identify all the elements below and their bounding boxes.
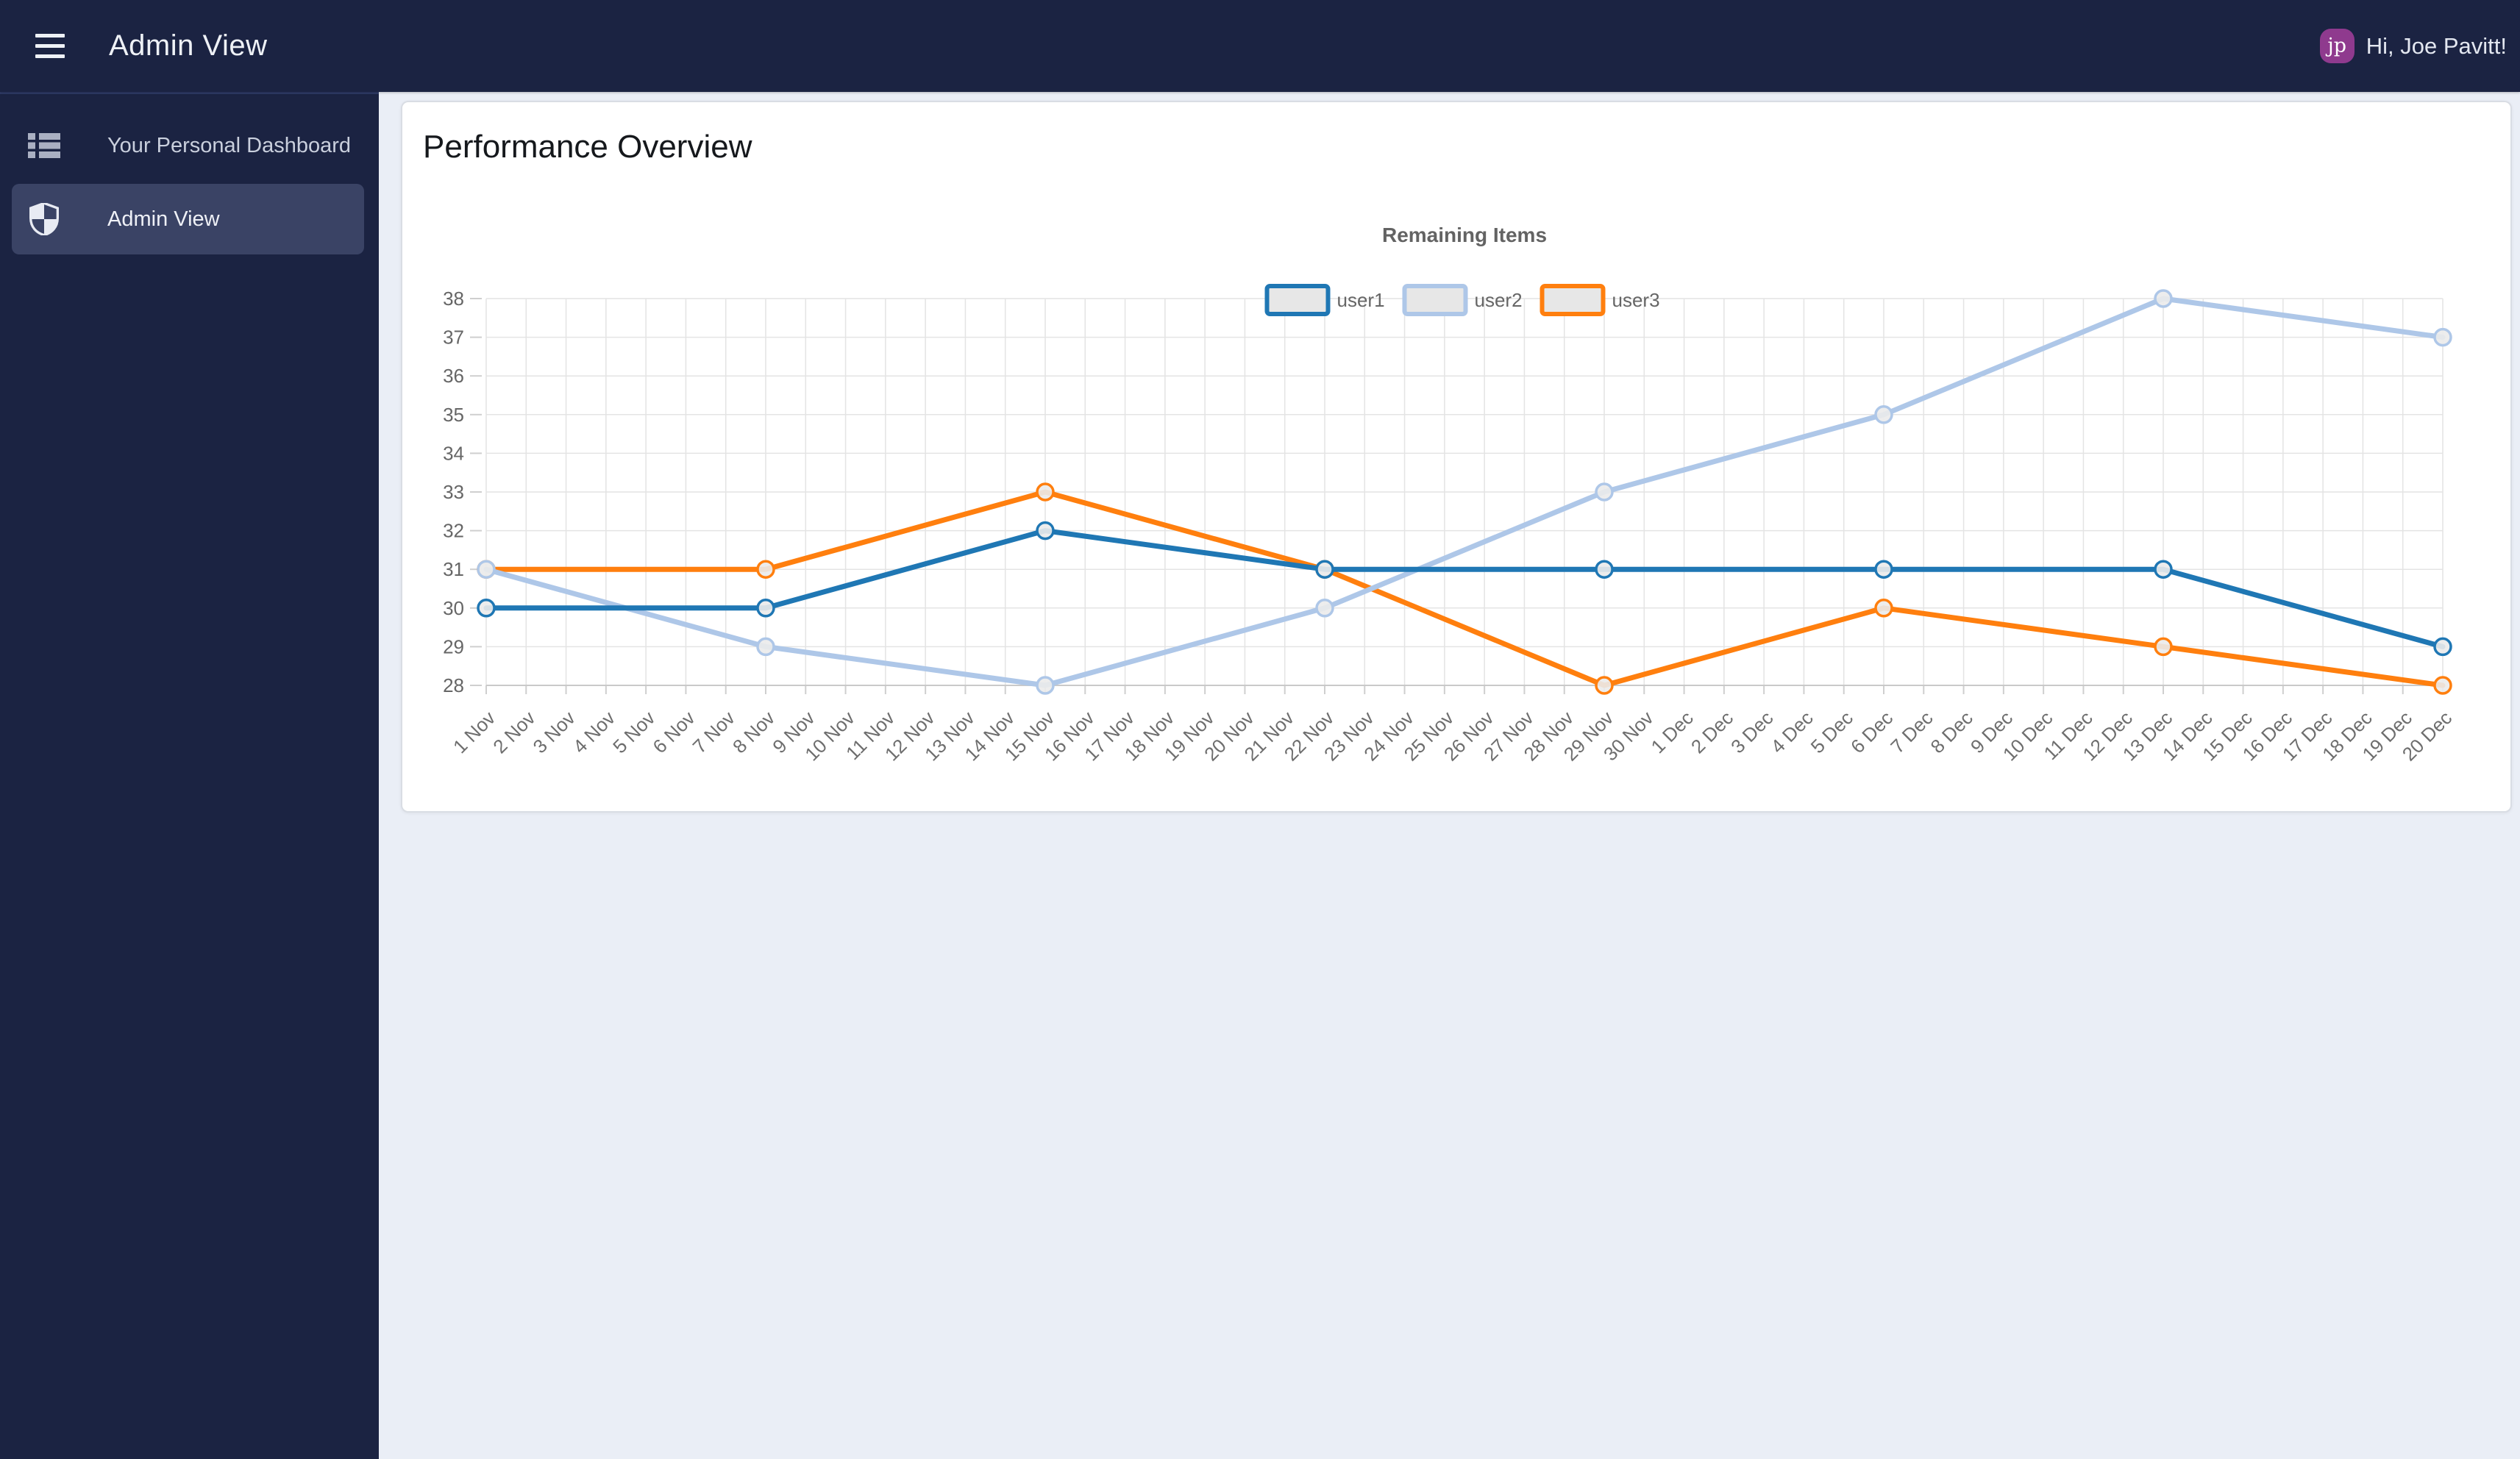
svg-text:28: 28 — [443, 674, 464, 696]
app-title: Admin View — [109, 29, 268, 62]
card-title: Performance Overview — [423, 129, 752, 165]
svg-text:8 Nov: 8 Nov — [728, 707, 779, 757]
sidebar-item-label: Your Personal Dashboard — [107, 133, 352, 157]
svg-text:35: 35 — [443, 404, 464, 426]
point-user2-20-Dec — [2433, 327, 2452, 347]
point-user1-22-Nov — [1315, 560, 1334, 579]
performance-overview-card: Performance Overview 28 29 30 31 32 33 34 35 36 3… — [401, 101, 2512, 813]
svg-text:6 Nov: 6 Nov — [648, 707, 699, 757]
svg-text:6 Dec: 6 Dec — [1846, 707, 1897, 757]
shield-icon — [28, 203, 60, 235]
svg-text:4 Nov: 4 Nov — [569, 707, 619, 757]
svg-text:1 Nov: 1 Nov — [449, 707, 499, 757]
svg-text:3 Dec: 3 Dec — [1726, 707, 1777, 757]
legend-item-user3[interactable]: user3 — [1540, 284, 1660, 316]
svg-text:31: 31 — [443, 558, 464, 580]
main-content: Performance Overview 28 29 30 31 32 33 34 35 36 3… — [379, 92, 2520, 1459]
svg-text:user3: user3 — [1612, 289, 1660, 311]
chart-canvas: 28 29 30 31 32 33 34 35 36 37 38 1 Nov2 Nov3 Nov4 N… — [443, 224, 2456, 766]
greeting-text: Hi, Joe Pavitt! — [2366, 32, 2507, 59]
axis-labels: 28 29 30 31 32 33 34 35 36 37 38 1 Nov2 Nov3 Nov4 N… — [443, 288, 2456, 766]
point-user2-22-Nov — [1315, 599, 1334, 618]
point-user3-6-Dec — [1874, 599, 1893, 618]
chart-grid — [470, 298, 2444, 694]
point-user2-15-Nov — [1036, 676, 1055, 695]
svg-text:32: 32 — [443, 520, 464, 542]
svg-text:2 Dec: 2 Dec — [1687, 707, 1737, 757]
svg-text:33: 33 — [443, 481, 464, 503]
legend-item-user2[interactable]: user2 — [1402, 284, 1523, 316]
series-user1 — [477, 521, 2452, 657]
sidebar-item-personal-dashboard[interactable]: Your Personal Dashboard — [12, 110, 364, 181]
svg-text:29: 29 — [443, 635, 464, 657]
point-user1-6-Dec — [1874, 560, 1893, 579]
point-user2-6-Dec — [1874, 405, 1893, 424]
svg-text:5 Dec: 5 Dec — [1807, 707, 1857, 757]
dashboard-list-icon — [28, 129, 60, 162]
svg-text:37: 37 — [443, 327, 464, 349]
legend-item-user1[interactable]: user1 — [1264, 284, 1385, 316]
remaining-items-chart: 28 29 30 31 32 33 34 35 36 37 38 1 Nov 2 Nov 3 Nov 4 N… — [423, 176, 2493, 808]
svg-text:34: 34 — [443, 442, 464, 464]
svg-text:5 Nov: 5 Nov — [608, 707, 659, 757]
svg-text:8 Dec: 8 Dec — [1926, 707, 1977, 757]
sidebar: Your Personal Dashboard Admin View — [0, 92, 379, 1459]
svg-text:36: 36 — [443, 365, 464, 387]
avatar[interactable]: jp — [2319, 29, 2355, 63]
sidebar-item-admin-view[interactable]: Admin View — [12, 184, 364, 254]
point-user1-1-Nov — [477, 599, 496, 618]
point-user2-13-Dec — [2154, 289, 2173, 308]
chart-title: Remaining Items — [1382, 224, 1547, 246]
svg-text:7 Nov: 7 Nov — [688, 707, 739, 757]
svg-text:user2: user2 — [1475, 289, 1523, 311]
svg-text:38: 38 — [443, 288, 464, 310]
svg-text:4 Dec: 4 Dec — [1766, 707, 1817, 757]
point-user3-29-Nov — [1595, 676, 1614, 695]
svg-text:1 Dec: 1 Dec — [1647, 707, 1698, 757]
point-user1-15-Nov — [1036, 521, 1055, 541]
hamburger-menu-icon[interactable] — [35, 34, 65, 58]
point-user3-8-Nov — [756, 560, 775, 579]
point-user2-1-Nov — [477, 560, 496, 579]
svg-text:user1: user1 — [1337, 289, 1385, 311]
series-user3 — [477, 482, 2452, 695]
point-user3-13-Dec — [2154, 637, 2173, 657]
svg-text:2 Nov: 2 Nov — [488, 707, 539, 757]
point-user1-29-Nov — [1595, 560, 1614, 579]
app-header: Admin View jp Hi, Joe Pavitt! — [0, 0, 2520, 92]
point-user3-15-Nov — [1036, 482, 1055, 502]
svg-text:3 Nov: 3 Nov — [529, 707, 580, 757]
point-user2-29-Nov — [1595, 482, 1614, 502]
svg-text:7 Dec: 7 Dec — [1886, 707, 1937, 757]
user-menu[interactable]: jp Hi, Joe Pavitt! — [2319, 29, 2507, 63]
point-user1-13-Dec — [2154, 560, 2173, 579]
sidebar-item-label: Admin View — [107, 207, 220, 231]
point-user2-8-Nov — [756, 637, 775, 657]
point-user3-20-Dec — [2433, 676, 2452, 695]
point-user1-20-Dec — [2433, 637, 2452, 657]
svg-text:30: 30 — [443, 597, 464, 619]
point-user1-8-Nov — [756, 599, 775, 618]
